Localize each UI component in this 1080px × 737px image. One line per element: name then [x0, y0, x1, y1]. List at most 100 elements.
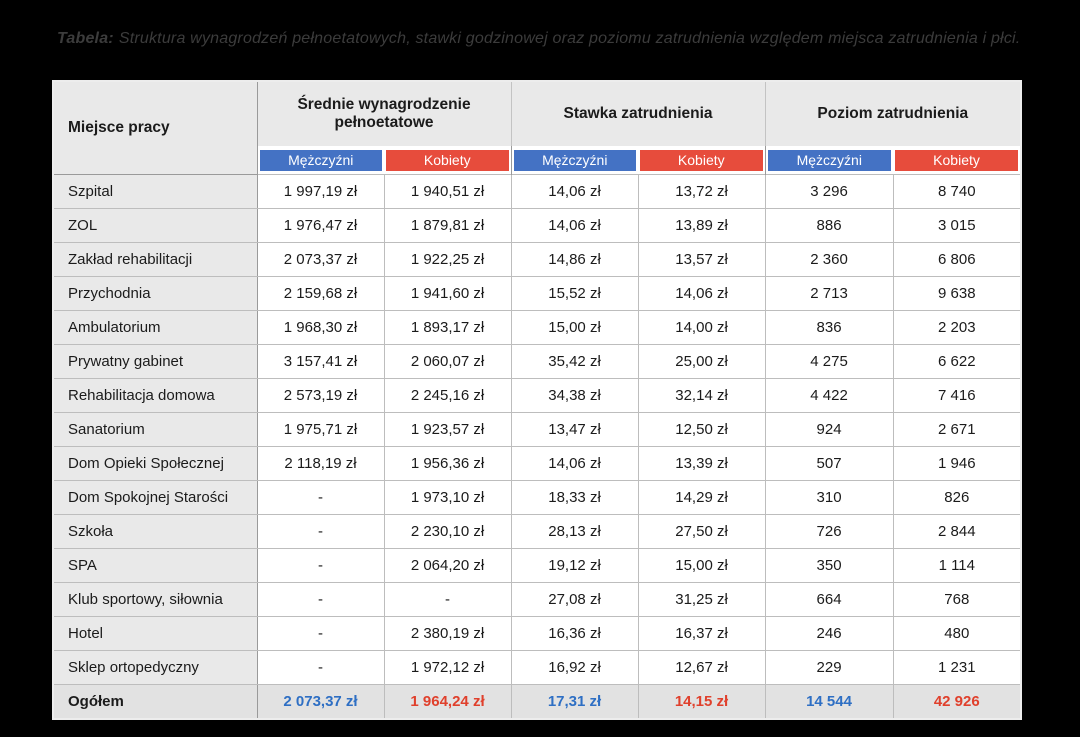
value-cell: 17,31 zł: [510, 684, 639, 720]
value-cell: 1 893,17 zł: [383, 310, 512, 345]
value-cell: 14,29 zł: [637, 480, 766, 515]
row-label: ZOL: [52, 208, 258, 243]
value-cell: 1 114: [892, 548, 1022, 583]
data-table: Miejsce pracy Średnie wynagrodzenie pełn…: [52, 80, 1023, 720]
value-cell: 2 573,19 zł: [256, 378, 385, 413]
value-cell: 13,39 zł: [637, 446, 766, 481]
value-cell: -: [256, 480, 385, 515]
value-cell: 12,50 zł: [637, 412, 766, 447]
value-cell: 2 073,37 zł: [256, 242, 385, 277]
table-row: Rehabilitacja domowa 2 573,19 zł 2 245,16 …: [52, 378, 1022, 413]
value-cell: 3 296: [764, 174, 894, 209]
value-cell: 2 713: [764, 276, 894, 311]
value-cell: -: [256, 514, 385, 549]
value-cell: 1 968,30 zł: [256, 310, 385, 345]
value-cell: 924: [764, 412, 894, 447]
value-cell: 35,42 zł: [510, 344, 639, 379]
value-cell: 2 073,37 zł: [256, 684, 385, 720]
row-label: Szkoła: [52, 514, 258, 549]
value-cell: 2 230,10 zł: [383, 514, 512, 549]
value-cell: 2 060,07 zł: [383, 344, 512, 379]
table-caption: Tabela: Struktura wynagrodzeń pełnoetatow…: [57, 30, 1047, 48]
value-cell: 4 275: [764, 344, 894, 379]
value-cell: 1 976,47 zł: [256, 208, 385, 243]
value-cell: 27,08 zł: [510, 582, 639, 617]
row-label: Sanatorium: [52, 412, 258, 447]
value-cell: 16,36 zł: [510, 616, 639, 651]
value-cell: 13,89 zł: [637, 208, 766, 243]
value-cell: 3 015: [892, 208, 1022, 243]
value-cell: 14 544: [764, 684, 894, 720]
value-cell: 310: [764, 480, 894, 515]
value-cell: 14,06 zł: [510, 446, 639, 481]
table-body: Szpital 1 997,19 zł 1 940,51 zł 14,06 zł 13,…: [52, 174, 1022, 720]
value-cell: 1 997,19 zł: [256, 174, 385, 209]
value-cell: 836: [764, 310, 894, 345]
male-header-badge: Mężczyźni: [259, 149, 382, 171]
value-cell: 1 879,81 zł: [383, 208, 512, 243]
subheader-salary-male: Mężczyźni: [256, 146, 384, 175]
subheader-level-male: Mężczyźni: [764, 146, 894, 175]
value-cell: 2 118,19 zł: [256, 446, 385, 481]
value-cell: 2 064,20 zł: [383, 548, 512, 583]
row-label: Klub sportowy, siłownia: [52, 582, 258, 617]
table-row: Zakład rehabilitacji 2 073,37 zł 1 922,25 …: [52, 242, 1022, 277]
value-cell: 1 940,51 zł: [383, 174, 512, 209]
column-group-level: Poziom zatrudnienia: [764, 80, 1022, 146]
value-cell: 826: [892, 480, 1022, 515]
value-cell: 2 380,19 zł: [383, 616, 512, 651]
row-label: Szpital: [52, 174, 258, 209]
value-cell: 2 360: [764, 242, 894, 277]
value-cell: 1 231: [892, 650, 1022, 685]
value-cell: -: [256, 582, 385, 617]
value-cell: 8 740: [892, 174, 1022, 209]
row-label: Dom Opieki Społecznej: [52, 446, 258, 481]
table-row: Ambulatorium 1 968,30 zł 1 893,17 zł 15,00 …: [52, 310, 1022, 345]
value-cell: 507: [764, 446, 894, 481]
table-container: Miejsce pracy Średnie wynagrodzenie pełn…: [52, 80, 1023, 720]
group-header-row: Miejsce pracy Średnie wynagrodzenie pełn…: [52, 80, 1022, 175]
subheader-rate-male: Mężczyźni: [510, 146, 639, 175]
value-cell: 350: [764, 548, 894, 583]
value-cell: 27,50 zł: [637, 514, 766, 549]
value-cell: 14,06 zł: [510, 174, 639, 209]
value-cell: 6 622: [892, 344, 1022, 379]
value-cell: 726: [764, 514, 894, 549]
value-cell: 13,72 zł: [637, 174, 766, 209]
value-cell: 19,12 zł: [510, 548, 639, 583]
value-cell: 16,37 zł: [637, 616, 766, 651]
value-cell: 42 926: [892, 684, 1022, 720]
table-row: Przychodnia 2 159,68 zł 1 941,60 zł 15,52 z…: [52, 276, 1022, 311]
value-cell: 246: [764, 616, 894, 651]
subheader-salary-female: Kobiety: [384, 146, 512, 175]
value-cell: 18,33 zł: [510, 480, 639, 515]
value-cell: 768: [892, 582, 1022, 617]
male-header-badge: Mężczyźni: [513, 149, 637, 171]
table-row: Szkoła -2 230,10 zł 28,13 zł 27,50 zł 726 2 8…: [52, 514, 1022, 549]
row-label: Przychodnia: [52, 276, 258, 311]
value-cell: -: [256, 650, 385, 685]
value-cell: -: [383, 582, 512, 617]
value-cell: 12,67 zł: [637, 650, 766, 685]
value-cell: 480: [892, 616, 1022, 651]
value-cell: 15,52 zł: [510, 276, 639, 311]
value-cell: 664: [764, 582, 894, 617]
subheader-level-female: Kobiety: [893, 146, 1022, 175]
value-cell: 886: [764, 208, 894, 243]
row-label: Ambulatorium: [52, 310, 258, 345]
row-label: Dom Spokojnej Starości: [52, 480, 258, 515]
female-header-badge: Kobiety: [895, 149, 1019, 171]
value-cell: 2 203: [892, 310, 1022, 345]
table-row: Dom Spokojnej Starości -1 973,10 zł 18,33 …: [52, 480, 1022, 515]
value-cell: 2 671: [892, 412, 1022, 447]
table-row: SPA -2 064,20 zł 19,12 zł 15,00 zł 350 1 114: [52, 548, 1022, 583]
value-cell: 1 946: [892, 446, 1022, 481]
value-cell: 3 157,41 zł: [256, 344, 385, 379]
row-label: Rehabilitacja domowa: [52, 378, 258, 413]
male-header-badge: Mężczyźni: [767, 149, 892, 171]
table-row: Sanatorium 1 975,71 zł 1 923,57 zł 13,47 zł…: [52, 412, 1022, 447]
table-row: Szpital 1 997,19 zł 1 940,51 zł 14,06 zł 13,…: [52, 174, 1022, 209]
value-cell: 1 923,57 zł: [383, 412, 512, 447]
value-cell: 14,06 zł: [510, 208, 639, 243]
value-cell: 1 964,24 zł: [383, 684, 512, 720]
